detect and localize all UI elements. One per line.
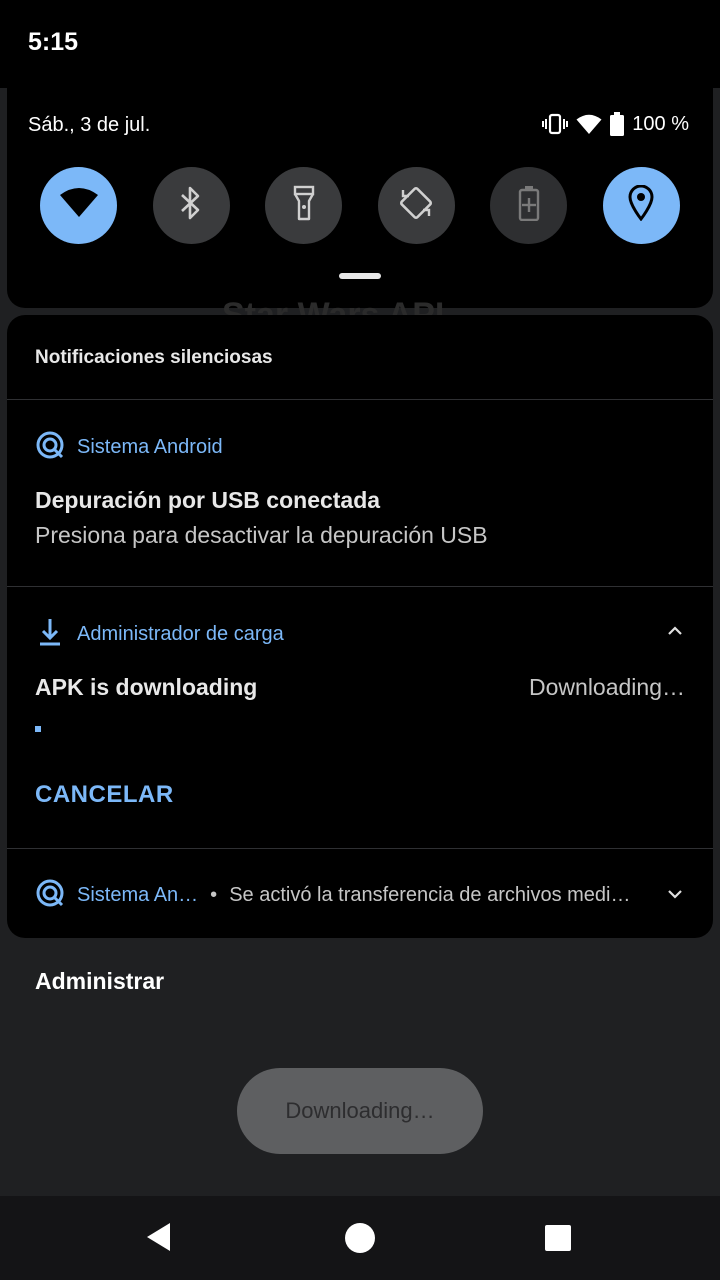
notification-app-name: Sistema An… (77, 884, 199, 906)
toast-text: Downloading… (285, 1098, 435, 1123)
flashlight-icon (292, 185, 316, 226)
android-system-icon (35, 430, 65, 465)
vibrate-icon (542, 113, 569, 135)
recents-icon[interactable] (545, 1225, 571, 1256)
cancel-button[interactable]: CANCELAR (35, 781, 174, 809)
notification-title: APK is downloading (35, 674, 258, 700)
notification-separator: • (210, 884, 218, 906)
notification-app-row: Sistema Android (35, 430, 223, 465)
notification-title: Depuración por USB conectada (35, 487, 381, 513)
download-icon (35, 617, 65, 652)
qs-tiles (40, 167, 680, 244)
notification-text: Se activó la transferencia de archivos m… (229, 884, 631, 906)
notification-app-name: Sistema Android (77, 436, 223, 458)
auto-rotate-icon (397, 184, 435, 227)
wifi-icon (59, 187, 99, 224)
notification-app-name: Administrador de carga (77, 623, 284, 645)
qs-tile-wifi[interactable] (40, 167, 117, 244)
qs-tile-battery-saver[interactable] (490, 167, 568, 244)
download-progress-bar (35, 726, 41, 732)
notification-text: Presiona para desactivar la depuración U… (35, 522, 488, 548)
battery-percent: 100 % (632, 112, 689, 135)
bluetooth-icon (178, 185, 204, 226)
qs-tile-auto-rotate[interactable] (377, 167, 455, 244)
qs-date[interactable]: Sáb., 3 de jul. (28, 114, 150, 137)
qs-status-icons: 100 % (542, 112, 689, 136)
divider (7, 848, 713, 849)
chevron-down-icon[interactable] (667, 887, 683, 905)
location-icon (627, 184, 655, 226)
home-icon[interactable] (344, 1222, 376, 1259)
manage-notifications-button[interactable]: Administrar (35, 968, 164, 995)
qs-tile-bluetooth[interactable] (152, 167, 230, 244)
status-bar: 5:15 (0, 0, 720, 88)
navigation-bar (0, 1196, 720, 1280)
android-system-icon (35, 878, 65, 913)
qs-tile-location[interactable] (602, 167, 680, 244)
battery-icon (610, 112, 625, 136)
battery-saver-icon (518, 185, 540, 226)
quick-settings-panel: Sáb., 3 de jul. 100 % (7, 88, 713, 308)
notification-card: Notificaciones silenciosas Sistema Andro… (7, 315, 713, 938)
qs-drag-handle[interactable] (339, 273, 381, 279)
notification-file-transfer[interactable]: Sistema An… • Se activó la transferencia… (35, 878, 685, 913)
divider (7, 586, 713, 587)
silent-notifications-header: Notificaciones silenciosas (35, 347, 273, 368)
divider (7, 399, 713, 400)
download-status: Downloading… (529, 674, 685, 700)
qs-tile-flashlight[interactable] (265, 167, 343, 244)
toast-message: Downloading… (237, 1068, 483, 1154)
status-time: 5:15 (28, 28, 79, 56)
notification-app-row: Administrador de carga (35, 617, 284, 652)
chevron-up-icon[interactable] (667, 623, 683, 641)
wifi-signal-icon (576, 113, 602, 135)
back-icon[interactable] (146, 1222, 172, 1257)
